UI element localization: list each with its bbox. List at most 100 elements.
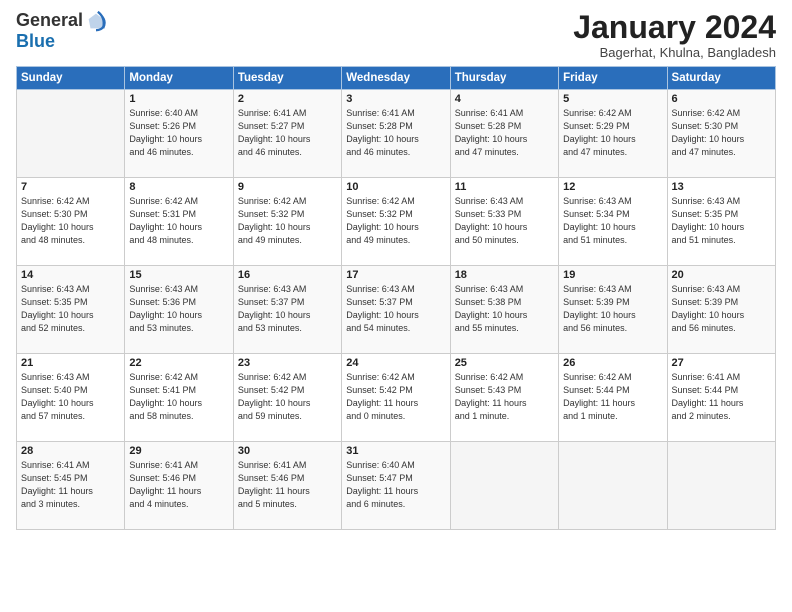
calendar-cell: 25 Sunrise: 6:42 AMSunset: 5:43 PMDayligh… (450, 354, 558, 442)
day-number: 11 (455, 181, 554, 193)
day-number: 2 (238, 93, 337, 105)
calendar-cell: 6 Sunrise: 6:42 AMSunset: 5:30 PMDaylight… (667, 90, 775, 178)
day-info: Sunrise: 6:42 AMSunset: 5:32 PMDaylight:… (238, 195, 337, 247)
calendar-cell: 30 Sunrise: 6:41 AMSunset: 5:46 PMDayligh… (233, 442, 341, 530)
day-number: 5 (563, 93, 662, 105)
calendar-cell: 23 Sunrise: 6:42 AMSunset: 5:42 PMDayligh… (233, 354, 341, 442)
calendar-cell: 22 Sunrise: 6:42 AMSunset: 5:41 PMDayligh… (125, 354, 233, 442)
calendar-cell (450, 442, 558, 530)
day-info: Sunrise: 6:43 AMSunset: 5:36 PMDaylight:… (129, 283, 228, 335)
page: General Blue January 2024 Bagerhat, Khul… (0, 0, 792, 612)
day-info: Sunrise: 6:43 AMSunset: 5:37 PMDaylight:… (346, 283, 445, 335)
day-number: 30 (238, 445, 337, 457)
calendar-week-row: 28 Sunrise: 6:41 AMSunset: 5:45 PMDayligh… (17, 442, 776, 530)
calendar-day-header: Monday (125, 67, 233, 90)
day-number: 26 (563, 357, 662, 369)
day-info: Sunrise: 6:40 AMSunset: 5:26 PMDaylight:… (129, 107, 228, 159)
day-number: 9 (238, 181, 337, 193)
calendar-cell: 27Sunrise: 6:41 AMSunset: 5:44 PMDayligh… (667, 354, 775, 442)
day-number: 20 (672, 269, 771, 281)
day-number: 6 (672, 93, 771, 105)
day-number: 21 (21, 357, 120, 369)
day-info: Sunrise: 6:42 AMSunset: 5:43 PMDaylight:… (455, 371, 554, 423)
day-info: Sunrise: 6:43 AMSunset: 5:39 PMDaylight:… (672, 283, 771, 335)
day-number: 4 (455, 93, 554, 105)
calendar-cell: 11 Sunrise: 6:43 AMSunset: 5:33 PMDayligh… (450, 178, 558, 266)
day-info: Sunrise: 6:41 AMSunset: 5:46 PMDaylight:… (238, 459, 337, 511)
calendar-cell: 17Sunrise: 6:43 AMSunset: 5:37 PMDayligh… (342, 266, 450, 354)
day-number: 12 (563, 181, 662, 193)
day-number: 13 (672, 181, 771, 193)
day-info: Sunrise: 6:42 AMSunset: 5:29 PMDaylight:… (563, 107, 662, 159)
day-number: 19 (563, 269, 662, 281)
logo-general-text: General (16, 11, 83, 31)
calendar-cell: 8 Sunrise: 6:42 AMSunset: 5:31 PMDaylight… (125, 178, 233, 266)
calendar-cell: 14Sunrise: 6:43 AMSunset: 5:35 PMDayligh… (17, 266, 125, 354)
day-info: Sunrise: 6:43 AMSunset: 5:33 PMDaylight:… (455, 195, 554, 247)
day-info: Sunrise: 6:42 AMSunset: 5:42 PMDaylight:… (238, 371, 337, 423)
calendar-day-header: Saturday (667, 67, 775, 90)
day-info: Sunrise: 6:42 AMSunset: 5:30 PMDaylight:… (21, 195, 120, 247)
day-number: 18 (455, 269, 554, 281)
calendar-cell: 2 Sunrise: 6:41 AMSunset: 5:27 PMDaylight… (233, 90, 341, 178)
day-info: Sunrise: 6:43 AMSunset: 5:34 PMDaylight:… (563, 195, 662, 247)
day-info: Sunrise: 6:42 AMSunset: 5:30 PMDaylight:… (672, 107, 771, 159)
calendar-cell: 4Sunrise: 6:41 AMSunset: 5:28 PMDaylight… (450, 90, 558, 178)
calendar-header-row: SundayMondayTuesdayWednesdayThursdayFrid… (17, 67, 776, 90)
day-number: 31 (346, 445, 445, 457)
day-info: Sunrise: 6:43 AMSunset: 5:38 PMDaylight:… (455, 283, 554, 335)
day-number: 10 (346, 181, 445, 193)
calendar-week-row: 14Sunrise: 6:43 AMSunset: 5:35 PMDayligh… (17, 266, 776, 354)
day-info: Sunrise: 6:42 AMSunset: 5:31 PMDaylight:… (129, 195, 228, 247)
calendar-cell: 13 Sunrise: 6:43 AMSunset: 5:35 PMDayligh… (667, 178, 775, 266)
day-number: 29 (129, 445, 228, 457)
calendar-day-header: Wednesday (342, 67, 450, 90)
calendar-day-header: Friday (559, 67, 667, 90)
day-number: 23 (238, 357, 337, 369)
day-info: Sunrise: 6:42 AMSunset: 5:32 PMDaylight:… (346, 195, 445, 247)
calendar-cell: 15 Sunrise: 6:43 AMSunset: 5:36 PMDayligh… (125, 266, 233, 354)
month-title: January 2024 (573, 10, 776, 45)
calendar-day-header: Sunday (17, 67, 125, 90)
calendar-day-header: Tuesday (233, 67, 341, 90)
day-info: Sunrise: 6:43 AMSunset: 5:39 PMDaylight:… (563, 283, 662, 335)
calendar-cell: 26 Sunrise: 6:42 AMSunset: 5:44 PMDayligh… (559, 354, 667, 442)
day-info: Sunrise: 6:41 AMSunset: 5:45 PMDaylight:… (21, 459, 120, 511)
calendar-cell (667, 442, 775, 530)
logo-icon (85, 10, 107, 32)
day-info: Sunrise: 6:43 AMSunset: 5:35 PMDaylight:… (672, 195, 771, 247)
day-info: Sunrise: 6:43 AMSunset: 5:35 PMDaylight:… (21, 283, 120, 335)
location: Bagerhat, Khulna, Bangladesh (573, 45, 776, 60)
day-number: 3 (346, 93, 445, 105)
calendar-cell: 16Sunrise: 6:43 AMSunset: 5:37 PMDayligh… (233, 266, 341, 354)
calendar-cell: 5 Sunrise: 6:42 AMSunset: 5:29 PMDaylight… (559, 90, 667, 178)
logo-blue-text: Blue (16, 32, 55, 52)
calendar-cell: 12 Sunrise: 6:43 AMSunset: 5:34 PMDayligh… (559, 178, 667, 266)
calendar-cell: 9 Sunrise: 6:42 AMSunset: 5:32 PMDaylight… (233, 178, 341, 266)
calendar-cell: 28 Sunrise: 6:41 AMSunset: 5:45 PMDayligh… (17, 442, 125, 530)
calendar-cell (17, 90, 125, 178)
day-info: Sunrise: 6:41 AMSunset: 5:27 PMDaylight:… (238, 107, 337, 159)
day-number: 28 (21, 445, 120, 457)
calendar-cell: 21 Sunrise: 6:43 AMSunset: 5:40 PMDayligh… (17, 354, 125, 442)
day-info: Sunrise: 6:42 AMSunset: 5:42 PMDaylight:… (346, 371, 445, 423)
calendar-cell: 29Sunrise: 6:41 AMSunset: 5:46 PMDayligh… (125, 442, 233, 530)
day-number: 16 (238, 269, 337, 281)
day-info: Sunrise: 6:42 AMSunset: 5:41 PMDaylight:… (129, 371, 228, 423)
day-info: Sunrise: 6:43 AMSunset: 5:40 PMDaylight:… (21, 371, 120, 423)
calendar-cell: 31Sunrise: 6:40 AMSunset: 5:47 PMDayligh… (342, 442, 450, 530)
calendar-table: SundayMondayTuesdayWednesdayThursdayFrid… (16, 66, 776, 530)
header: General Blue January 2024 Bagerhat, Khul… (16, 10, 776, 60)
day-number: 22 (129, 357, 228, 369)
calendar-cell: 7Sunrise: 6:42 AMSunset: 5:30 PMDaylight… (17, 178, 125, 266)
day-number: 8 (129, 181, 228, 193)
day-info: Sunrise: 6:42 AMSunset: 5:44 PMDaylight:… (563, 371, 662, 423)
day-number: 1 (129, 93, 228, 105)
calendar-day-header: Thursday (450, 67, 558, 90)
calendar-cell: 20 Sunrise: 6:43 AMSunset: 5:39 PMDayligh… (667, 266, 775, 354)
calendar-week-row: 1 Sunrise: 6:40 AMSunset: 5:26 PMDaylight… (17, 90, 776, 178)
day-number: 24 (346, 357, 445, 369)
day-number: 15 (129, 269, 228, 281)
day-number: 25 (455, 357, 554, 369)
calendar-cell: 24 Sunrise: 6:42 AMSunset: 5:42 PMDayligh… (342, 354, 450, 442)
